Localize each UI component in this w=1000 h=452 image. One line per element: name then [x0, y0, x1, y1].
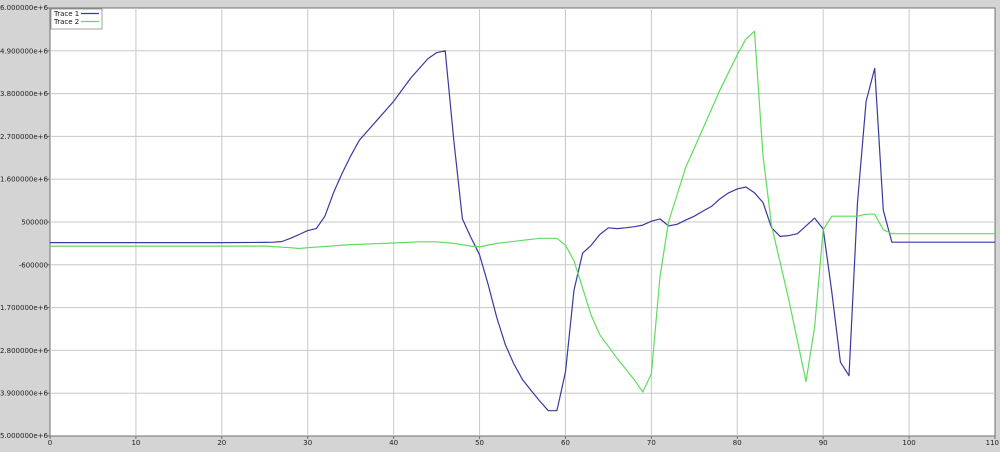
x-tick-label: 80: [733, 439, 742, 447]
x-tick-label: 0: [48, 439, 52, 447]
legend-label-trace-1: Trace 1: [53, 10, 79, 18]
y-tick-label: 6.000000e+6: [0, 4, 49, 12]
x-tick-label: 110: [986, 439, 999, 447]
x-tick-label: 60: [561, 439, 570, 447]
y-tick-label: 1.600000e+6: [0, 176, 49, 184]
y-tick-label: 4.900000e+6: [0, 47, 49, 55]
y-tick-label: 2.700000e+6: [0, 133, 49, 141]
x-tick-label: 70: [647, 439, 656, 447]
x-tick-label: 40: [389, 439, 398, 447]
x-tick-label: 50: [475, 439, 484, 447]
x-tick-label: 90: [819, 439, 828, 447]
y-tick-label: -3.900000e+6: [0, 390, 49, 398]
y-tick-label: -600000: [19, 261, 48, 269]
y-tick-label: -5.000000e+6: [0, 432, 49, 440]
y-tick-label: -1.700000e+6: [0, 304, 49, 312]
line-chart: 0 10 20 30 40 50 60 70 80 90 100 110 -5.000000e+6 -3.…: [0, 4, 999, 447]
x-tick-label: 100: [902, 439, 915, 447]
y-tick-label: 500000: [21, 219, 48, 227]
chart-container: 0 10 20 30 40 50 60 70 80 90 100 110 -5.000000e+6 -3.…: [0, 0, 1000, 448]
x-tick-label: 30: [303, 439, 312, 447]
y-tick-label: -2.800000e+6: [0, 347, 49, 355]
y-tick-label: 3.800000e+6: [0, 90, 49, 98]
x-tick-label: 10: [131, 439, 140, 447]
legend-label-trace-2: Trace 2: [53, 18, 79, 26]
legend: Trace 1Trace 2: [50, 8, 103, 30]
x-tick-label: 20: [217, 439, 226, 447]
